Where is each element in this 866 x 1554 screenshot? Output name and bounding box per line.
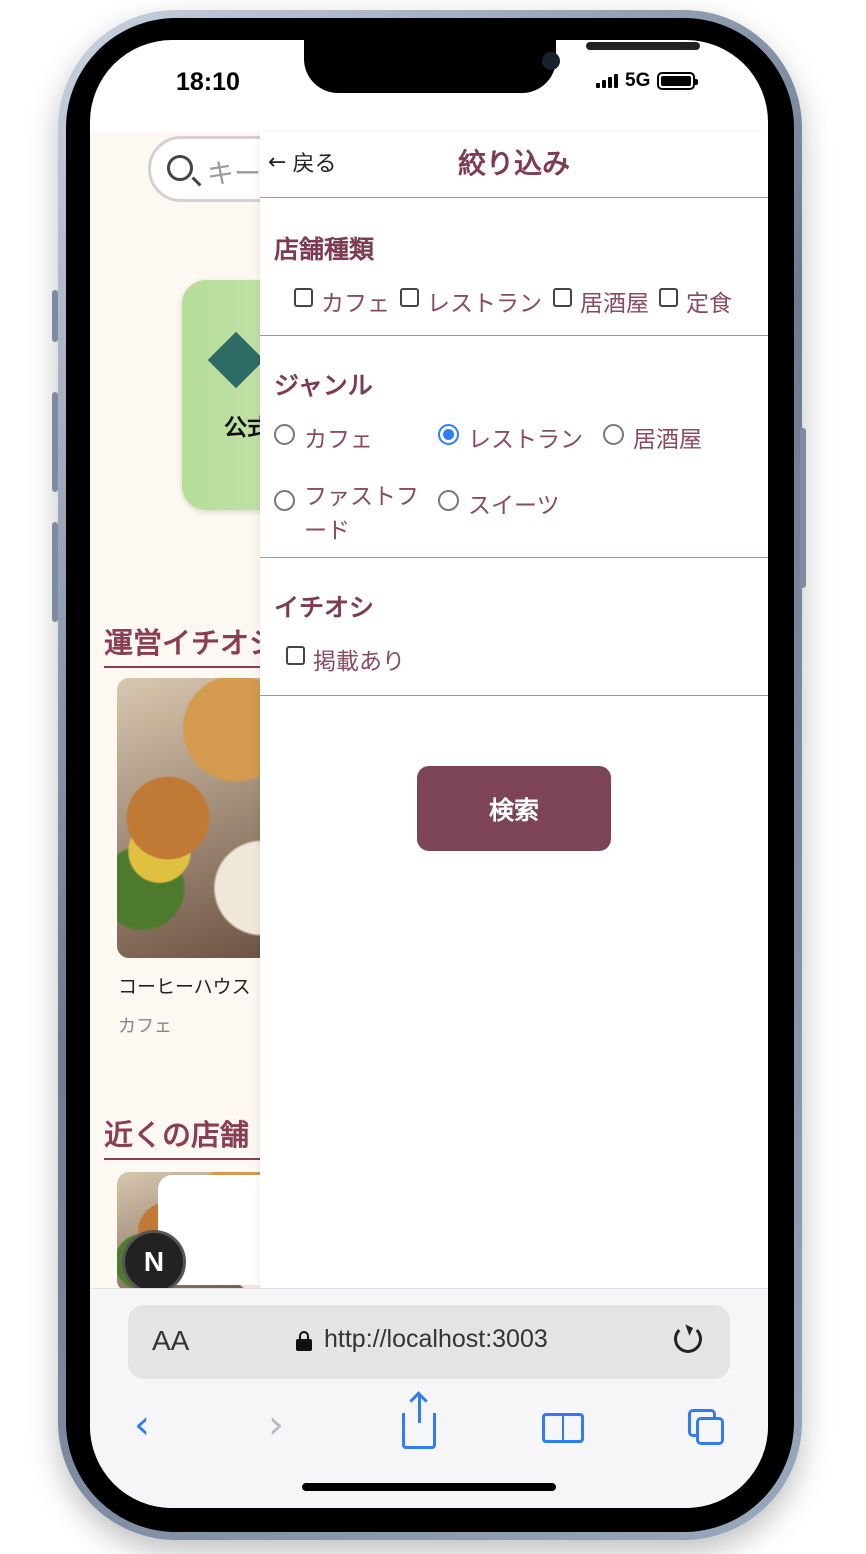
text-size-button[interactable]: AA [152, 1325, 189, 1357]
url-text[interactable]: http://localhost:3003 [324, 1325, 548, 1354]
checkbox[interactable] [400, 288, 419, 307]
option-label: レストラン [468, 427, 583, 453]
front-camera [542, 52, 560, 70]
logo-icon [207, 331, 265, 389]
radio-button[interactable] [603, 424, 624, 445]
option-label: スイーツ [468, 493, 560, 519]
browser-nav-row: ‹ › [90, 1395, 768, 1459]
search-button[interactable]: 検索 [417, 766, 611, 851]
dev-badge[interactable]: N [122, 1230, 186, 1294]
option-label: カフェ [321, 291, 390, 317]
store-type-option-restaurant[interactable]: レストラン [400, 284, 542, 318]
battery-icon [657, 72, 699, 90]
speaker [586, 42, 700, 50]
checkbox[interactable] [286, 646, 305, 665]
forward-chevron-icon[interactable]: › [268, 1405, 284, 1445]
status-indicators: 5G [596, 70, 699, 92]
genre-section: ジャンル カフェ レストラン 居酒屋 ファストフード スイーツ [260, 336, 768, 558]
checkbox[interactable] [553, 288, 572, 307]
option-label: ファストフード [304, 484, 419, 544]
option-label: 掲載あり [313, 649, 405, 675]
genre-heading: ジャンル [274, 371, 373, 400]
store-type-option-cafe[interactable]: カフェ [294, 284, 390, 318]
checkbox[interactable] [659, 288, 678, 307]
home-indicator [302, 1483, 556, 1491]
shop-category: カフェ [118, 1016, 172, 1037]
option-label: 居酒屋 [580, 291, 649, 317]
genre-option-izakaya[interactable]: 居酒屋 [603, 420, 702, 454]
back-chevron-icon[interactable]: ‹ [134, 1405, 150, 1445]
address-bar[interactable]: AA http://localhost:3003 [128, 1305, 730, 1379]
status-time: 18:10 [176, 68, 240, 96]
power-button [800, 428, 806, 588]
genre-option-cafe[interactable]: カフェ [274, 420, 373, 454]
network-type: 5G [625, 70, 651, 91]
shop-name[interactable]: コーヒーハウス [118, 972, 251, 999]
radio-button[interactable] [274, 490, 295, 511]
radio-button-selected[interactable] [438, 424, 459, 445]
genre-option-restaurant[interactable]: レストラン [438, 420, 583, 454]
featured-option-listed[interactable]: 掲載あり [286, 642, 405, 676]
featured-heading: イチオシ [274, 593, 375, 622]
panel-header: ← 戻る 絞り込み [260, 132, 768, 198]
volume-down-button [52, 522, 58, 622]
screen: 18:10 5G キーワード 公式 運営イチオシ コーヒーハウス カフェ 近くの… [90, 40, 768, 1508]
checkbox[interactable] [294, 288, 313, 307]
reload-icon[interactable] [674, 1325, 702, 1353]
lock-icon [296, 1331, 312, 1351]
volume-up-button [52, 392, 58, 492]
store-type-option-izakaya[interactable]: 居酒屋 [553, 284, 649, 318]
filter-panel: ← 戻る 絞り込み 店舗種類 カフェ レストラン 居酒屋 定食 ジャンル カフェ… [260, 132, 768, 1288]
option-label: 居酒屋 [633, 427, 702, 453]
option-label: 定食 [686, 291, 732, 317]
radio-button[interactable] [438, 490, 459, 511]
genre-option-fastfood[interactable]: ファストフード [274, 484, 420, 548]
radio-button[interactable] [274, 424, 295, 445]
text-size-label: AA [152, 1325, 190, 1356]
featured-section: イチオシ 掲載あり [260, 558, 768, 696]
store-type-heading: 店舗種類 [274, 235, 375, 264]
bookmarks-icon[interactable] [542, 1413, 586, 1445]
genre-option-sweets[interactable]: スイーツ [438, 486, 560, 520]
option-label: カフェ [304, 427, 373, 453]
share-icon[interactable] [402, 1395, 436, 1449]
notch [304, 40, 700, 93]
store-type-section: 店舗種類 カフェ レストラン 居酒屋 定食 [260, 198, 768, 336]
browser-toolbar: AA http://localhost:3003 ‹ › [90, 1288, 768, 1508]
signal-icon [596, 74, 618, 88]
store-type-option-teishoku[interactable]: 定食 [659, 284, 732, 318]
search-icon [167, 155, 193, 181]
silent-switch [52, 290, 58, 342]
tabs-icon[interactable] [688, 1409, 726, 1447]
panel-title: 絞り込み [457, 147, 570, 180]
option-label: レストラン [427, 291, 542, 317]
